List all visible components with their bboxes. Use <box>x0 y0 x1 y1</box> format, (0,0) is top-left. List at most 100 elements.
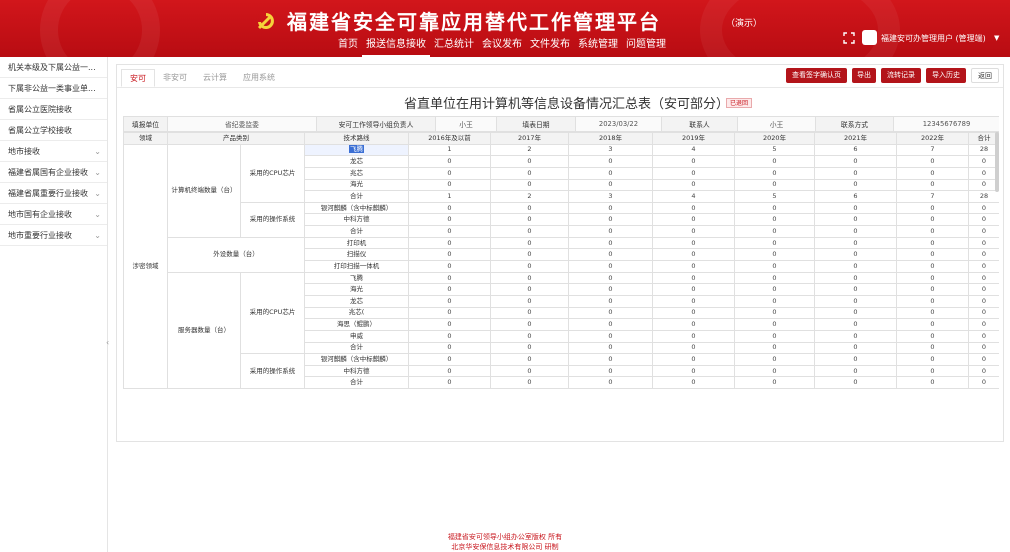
value-cell[interactable]: 0 <box>814 329 897 343</box>
value-cell[interactable]: 0 <box>652 225 735 238</box>
value-cell[interactable]: 0 <box>968 318 999 331</box>
value-cell[interactable]: 0 <box>408 155 491 168</box>
value-cell[interactable]: 6 <box>814 190 897 203</box>
value-cell[interactable]: 0 <box>408 294 491 308</box>
value-cell[interactable]: 7 <box>896 190 969 203</box>
value-cell[interactable]: 0 <box>814 155 897 168</box>
value-cell[interactable]: 0 <box>896 236 969 250</box>
value-cell[interactable]: 0 <box>814 283 897 296</box>
value-cell[interactable]: 0 <box>490 318 569 331</box>
value-cell[interactable]: 0 <box>896 260 969 273</box>
value-cell[interactable]: 0 <box>814 178 897 192</box>
value-cell[interactable]: 0 <box>968 306 999 320</box>
value-cell[interactable]: 0 <box>408 364 491 378</box>
tab-0[interactable]: 安可 <box>121 69 155 87</box>
value-cell[interactable]: 1 <box>408 143 491 157</box>
nav-item-5[interactable]: 系统管理 <box>574 38 622 57</box>
value-cell[interactable]: 0 <box>968 364 999 378</box>
value-cell[interactable]: 0 <box>968 271 999 285</box>
value-cell[interactable]: 0 <box>652 376 735 390</box>
value-cell[interactable]: 0 <box>490 260 569 273</box>
value-cell[interactable]: 0 <box>896 318 969 331</box>
value-cell[interactable]: 0 <box>734 376 815 390</box>
value-cell[interactable]: 0 <box>490 155 569 168</box>
sidebar-item[interactable]: 福建省属重要行业接收 ⌄ <box>0 183 107 204</box>
value-cell[interactable]: 0 <box>896 178 969 192</box>
value-cell[interactable]: 0 <box>896 155 969 168</box>
value-cell[interactable]: 0 <box>408 260 491 273</box>
value-cell[interactable]: 0 <box>734 294 815 308</box>
value-cell[interactable]: 0 <box>568 236 653 250</box>
value-cell[interactable]: 0 <box>490 306 569 320</box>
value-cell[interactable]: 0 <box>490 201 569 215</box>
value-cell[interactable]: 0 <box>408 329 491 343</box>
value-cell[interactable]: 0 <box>896 271 969 285</box>
value-cell[interactable]: 0 <box>408 166 491 180</box>
table-scrollbar[interactable] <box>995 132 999 192</box>
value-cell[interactable]: 0 <box>734 318 815 331</box>
value-cell[interactable]: 0 <box>652 329 735 343</box>
action-button-4[interactable]: 返回 <box>971 68 999 83</box>
value-cell[interactable]: 0 <box>896 329 969 343</box>
value-cell[interactable]: 0 <box>408 376 491 390</box>
value-cell[interactable]: 0 <box>734 341 815 355</box>
user-name[interactable]: 福建安可办管理用户 (管理端) <box>881 33 986 44</box>
value-cell[interactable]: 0 <box>814 353 897 366</box>
value-cell[interactable]: 0 <box>568 376 653 390</box>
value-cell[interactable]: 3 <box>568 190 653 203</box>
nav-item-3[interactable]: 会议发布 <box>478 38 526 57</box>
value-cell[interactable]: 0 <box>408 201 491 215</box>
value-cell[interactable]: 0 <box>568 329 653 343</box>
tab-3[interactable]: 应用系统 <box>235 69 283 87</box>
value-cell[interactable]: 0 <box>814 376 897 390</box>
value-cell[interactable]: 0 <box>814 294 897 308</box>
value-cell[interactable]: 0 <box>814 260 897 273</box>
value-cell[interactable]: 4 <box>652 190 735 203</box>
value-cell[interactable]: 0 <box>568 248 653 262</box>
value-cell[interactable]: 0 <box>652 166 735 180</box>
value-cell[interactable]: 0 <box>896 166 969 180</box>
value-cell[interactable]: 4 <box>652 143 735 157</box>
value-cell[interactable]: 0 <box>814 364 897 378</box>
action-button-2[interactable]: 流转记录 <box>881 68 921 83</box>
value-cell[interactable]: 0 <box>896 353 969 366</box>
value-cell[interactable]: 5 <box>734 143 815 157</box>
value-cell[interactable]: 0 <box>568 294 653 308</box>
value-cell[interactable]: 0 <box>734 225 815 238</box>
value-cell[interactable]: 0 <box>814 271 897 285</box>
value-cell[interactable]: 0 <box>490 353 569 366</box>
value-cell[interactable]: 0 <box>896 294 969 308</box>
value-cell[interactable]: 0 <box>490 341 569 355</box>
value-cell[interactable]: 0 <box>968 213 999 227</box>
action-button-1[interactable]: 导出 <box>852 68 876 83</box>
value-cell[interactable]: 0 <box>968 248 999 262</box>
value-cell[interactable]: 0 <box>652 201 735 215</box>
value-cell[interactable]: 0 <box>896 341 969 355</box>
value-cell[interactable]: 0 <box>652 318 735 331</box>
value-cell[interactable]: 0 <box>734 329 815 343</box>
value-cell[interactable]: 0 <box>968 283 999 296</box>
value-cell[interactable]: 0 <box>652 364 735 378</box>
value-cell[interactable]: 0 <box>408 283 491 296</box>
value-cell[interactable]: 0 <box>490 213 569 227</box>
value-cell[interactable]: 0 <box>490 271 569 285</box>
value-cell[interactable]: 0 <box>490 283 569 296</box>
value-cell[interactable]: 0 <box>734 213 815 227</box>
value-cell[interactable]: 0 <box>568 306 653 320</box>
value-cell[interactable]: 2 <box>490 190 569 203</box>
avatar[interactable] <box>862 30 877 45</box>
value-cell[interactable]: 0 <box>652 283 735 296</box>
sidebar-item[interactable]: 下属非公益一类事业单... <box>0 78 107 99</box>
value-cell[interactable]: 0 <box>734 201 815 215</box>
value-cell[interactable]: 0 <box>652 236 735 250</box>
value-cell[interactable]: 7 <box>896 143 969 157</box>
value-cell[interactable]: 0 <box>814 213 897 227</box>
value-cell[interactable]: 0 <box>968 329 999 343</box>
value-cell[interactable]: 0 <box>408 236 491 250</box>
value-cell[interactable]: 0 <box>408 225 491 238</box>
value-cell[interactable]: 0 <box>490 225 569 238</box>
value-cell[interactable]: 0 <box>490 236 569 250</box>
value-cell[interactable]: 0 <box>734 155 815 168</box>
value-cell[interactable]: 0 <box>814 248 897 262</box>
action-button-3[interactable]: 导入历史 <box>926 68 966 83</box>
